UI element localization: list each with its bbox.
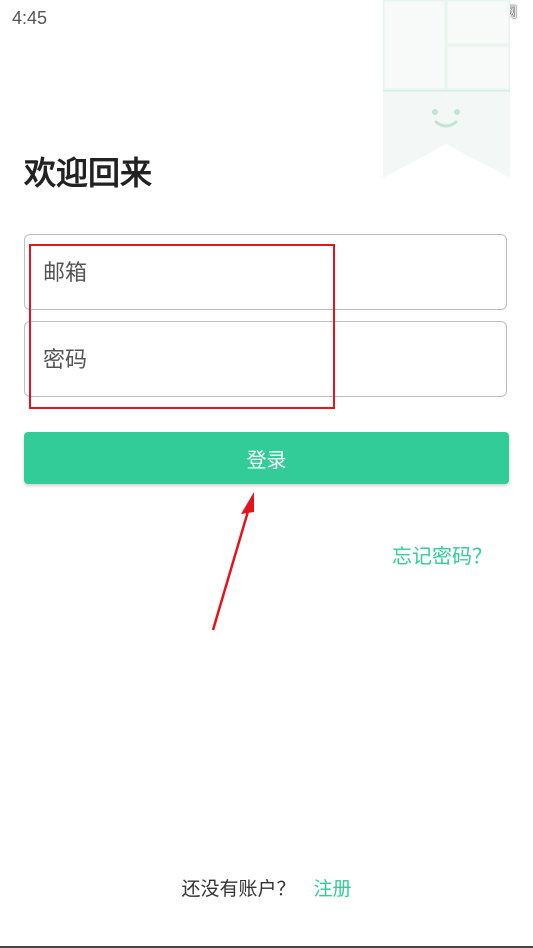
password-input[interactable] [41, 322, 485, 398]
status-time: 4:45 [12, 8, 48, 28]
register-link[interactable]: 注册 [314, 878, 352, 900]
footer: 还没有账户？ 注册 [0, 874, 533, 901]
annotation-arrow [211, 492, 254, 631]
page-title: 欢迎回来 [24, 154, 153, 192]
password-field[interactable] [24, 321, 507, 398]
forgot-password-link[interactable]: 忘记密码？ [392, 540, 492, 569]
email-input[interactable] [41, 235, 485, 311]
login-button[interactable]: 登录 [24, 432, 509, 484]
bookmark-illustration [381, 0, 512, 180]
no-account-prompt: 还没有账户？ [181, 878, 296, 900]
email-field[interactable] [24, 234, 507, 311]
